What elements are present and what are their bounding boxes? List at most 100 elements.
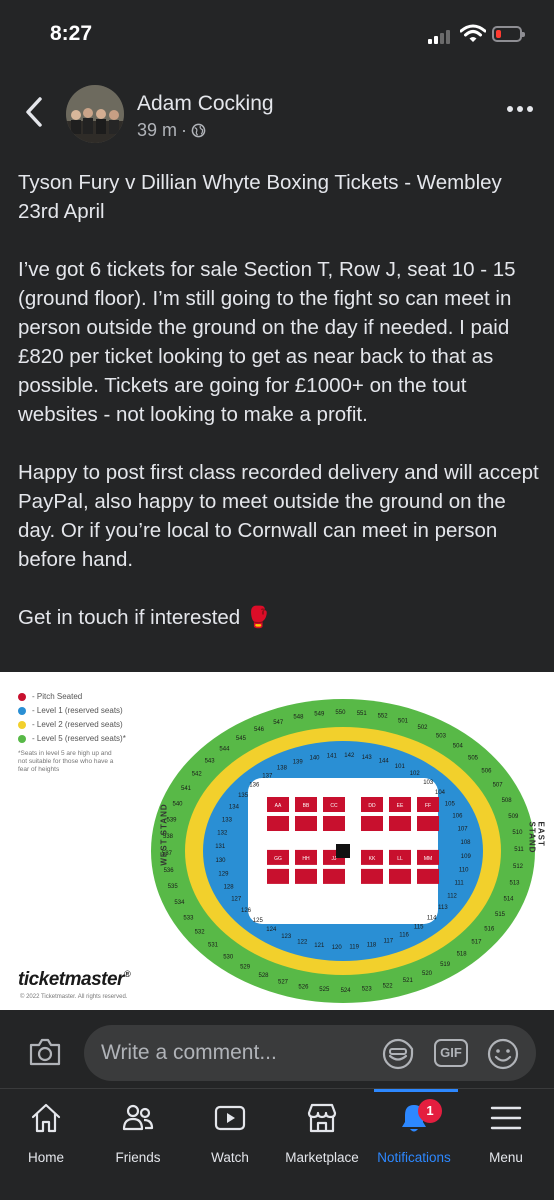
level5-section-label: 504 — [453, 744, 464, 750]
tab-friends[interactable]: Friends — [92, 1101, 184, 1181]
tab-notifications[interactable]: 1 Notifications — [368, 1099, 460, 1181]
post-meta: 39 m · — [137, 120, 206, 141]
level5-section-label: 530 — [223, 954, 234, 960]
tab-watch[interactable]: Watch — [184, 1101, 276, 1181]
level1-section-label: 102 — [410, 771, 421, 777]
level5-section-label: 543 — [205, 758, 216, 764]
comment-placeholder: Write a comment... — [101, 1041, 277, 1064]
level5-section-label: 548 — [293, 715, 304, 721]
level5-section-label: 527 — [278, 980, 289, 986]
level5-section-label: 533 — [183, 915, 194, 921]
emoji-icon[interactable] — [486, 1037, 520, 1071]
avatar[interactable] — [66, 85, 124, 143]
level1-section-label: 138 — [277, 766, 288, 772]
level1-section-label: 107 — [458, 827, 469, 833]
level1-section-label: 121 — [314, 943, 325, 949]
level5-section-label: 541 — [181, 786, 192, 792]
pitch-block-label: HH — [302, 856, 310, 862]
pitch-block-label: EE — [397, 803, 404, 809]
level5-section-label: 502 — [417, 725, 428, 731]
gif-button[interactable]: GIF — [434, 1039, 468, 1067]
pitch-block-label: GG — [274, 856, 282, 862]
tab-label: Menu — [489, 1150, 523, 1165]
level1-section-label: 124 — [266, 927, 277, 933]
level1-section-label: 128 — [224, 884, 235, 890]
level5-section-label: 534 — [174, 900, 185, 906]
pitch-block-label: BB — [303, 803, 310, 809]
level1-section-label: 127 — [231, 897, 242, 903]
copyright-text: © 2022 Ticketmaster. All rights reserved… — [20, 994, 128, 1000]
level5-section-label: 546 — [254, 727, 265, 733]
level5-section-label: 514 — [503, 896, 514, 902]
level1-section-label: 132 — [217, 831, 228, 837]
pitch-block — [361, 868, 383, 884]
tab-home[interactable]: Home — [0, 1101, 92, 1181]
level5-section-label: 510 — [512, 830, 523, 836]
pitch-block — [389, 868, 411, 884]
level1-section-label: 103 — [423, 780, 434, 786]
status-bar: 8:27 — [0, 0, 554, 70]
level5-section-label: 532 — [195, 930, 206, 936]
camera-icon[interactable] — [28, 1037, 62, 1067]
pitch-block — [417, 868, 439, 884]
pitch-block — [323, 816, 345, 831]
pitch-block-label: LL — [397, 856, 403, 862]
level5-section-label: 523 — [362, 987, 373, 993]
level5-section-label: 505 — [468, 755, 479, 761]
level5-section-label: 547 — [273, 720, 284, 726]
level5-section-label: 501 — [398, 718, 409, 724]
active-tab-indicator — [374, 1089, 458, 1092]
back-icon[interactable] — [20, 94, 48, 130]
author-name[interactable]: Adam Cocking — [137, 92, 274, 116]
post-paragraph: Get in touch if interested 🥊 — [18, 606, 272, 629]
level1-section-label: 136 — [249, 783, 260, 789]
level5-section-label: 509 — [508, 814, 519, 820]
level1-section-label: 118 — [367, 942, 377, 948]
watch-icon — [214, 1105, 246, 1131]
level5-section-label: 522 — [383, 984, 394, 990]
brand-name: ticketmaster — [18, 969, 124, 990]
menu-icon — [490, 1106, 522, 1130]
wifi-icon — [460, 24, 486, 42]
level5-section-label: 531 — [208, 943, 219, 949]
pitch-block — [389, 816, 411, 831]
level1-section-label: 139 — [293, 760, 304, 766]
level1-section-label: 137 — [262, 773, 273, 779]
boxing-ring — [336, 844, 350, 858]
bottom-tab-bar: Home Friends Watch Marketplace 1 Notific… — [0, 1088, 554, 1200]
seat-map-image[interactable]: - Pitch Seated - Level 1 (reserved seats… — [0, 672, 554, 1010]
level1-section-label: 105 — [445, 801, 456, 807]
level5-section-label: 552 — [378, 714, 389, 720]
stadium-map: 547 548 549 550 551 552 501 502 503 504 505 506 507 5… — [151, 699, 535, 1003]
more-options-icon[interactable] — [506, 104, 534, 114]
level5-section-label: 540 — [172, 802, 183, 808]
level1-section-label: 114 — [427, 916, 437, 922]
tab-marketplace[interactable]: Marketplace — [276, 1101, 368, 1181]
post-timestamp: 39 m — [137, 120, 178, 140]
pitch-block — [323, 868, 345, 884]
level1-section-label: 117 — [384, 938, 394, 944]
level5-section-label: 529 — [240, 965, 251, 971]
west-stand-label: WEST STAND — [159, 803, 169, 866]
level1-section-label: 109 — [461, 854, 472, 860]
level1-section-label: 106 — [452, 814, 463, 820]
level1-section-label: 120 — [332, 945, 343, 951]
pitch-block-label: KK — [369, 856, 376, 862]
tab-menu[interactable]: Menu — [460, 1101, 552, 1181]
pitch-block-label: MM — [424, 856, 432, 862]
level1-section-label: 119 — [349, 945, 359, 951]
level1-section-label: 143 — [362, 755, 373, 761]
comment-input[interactable]: Write a comment... GIF — [84, 1025, 536, 1081]
tab-label: Friends — [115, 1150, 161, 1165]
post-paragraph: I’ve got 6 tickets for sale Section T, R… — [18, 258, 516, 426]
level1-section-label: 141 — [327, 753, 338, 759]
level5-section-label: 536 — [164, 868, 175, 874]
level1-section-label: 133 — [222, 817, 233, 823]
level5-section-label: 551 — [357, 711, 368, 717]
level5-section-label: 508 — [502, 798, 513, 804]
level5-section-label: 518 — [457, 952, 468, 958]
level1-section-label: 135 — [238, 793, 249, 799]
marketplace-icon — [307, 1103, 337, 1133]
sticker-icon[interactable] — [381, 1037, 415, 1071]
tab-label: Marketplace — [285, 1150, 359, 1165]
